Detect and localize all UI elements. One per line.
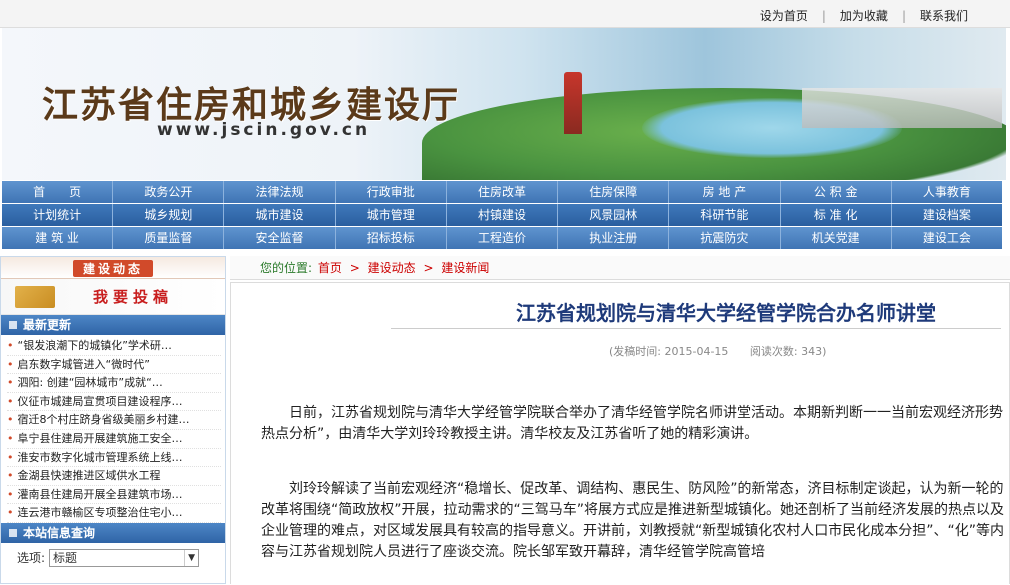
nav-item[interactable]: 法律法规 bbox=[224, 181, 336, 203]
list-item[interactable]: “银发浪潮下的城镇化”学术研… bbox=[7, 337, 221, 356]
breadcrumb-home[interactable]: 首页 bbox=[318, 261, 342, 275]
nav-item[interactable]: 工程造价 bbox=[447, 227, 559, 249]
nav-item[interactable]: 村镇建设 bbox=[447, 204, 559, 226]
top-bar: 设为首页 | 加为收藏 | 联系我们 bbox=[0, 0, 1010, 28]
nav-item[interactable]: 人事教育 bbox=[892, 181, 1002, 203]
nav-item[interactable]: 机关党建 bbox=[781, 227, 892, 249]
banner-pagoda-image bbox=[564, 72, 582, 134]
top-links: 设为首页 | 加为收藏 | 联系我们 bbox=[760, 7, 968, 24]
list-item[interactable]: 灌南县住建局开展全县建筑市场… bbox=[7, 486, 221, 505]
site-url: www.jscin.gov.cn bbox=[157, 120, 371, 140]
latest-news-list: “银发浪潮下的城镇化”学术研… 启东数字城管进入“微时代” 泗阳: 创建“园林城… bbox=[1, 335, 225, 523]
breadcrumb-section[interactable]: 建设动态 bbox=[368, 261, 416, 275]
add-favorite-link[interactable]: 加为收藏 bbox=[840, 7, 888, 24]
nav-item[interactable]: 建设工会 bbox=[892, 227, 1002, 249]
nav-item[interactable]: 执业注册 bbox=[558, 227, 670, 249]
section-title: 建设动态 bbox=[72, 260, 153, 277]
breadcrumb-label: 您的位置: bbox=[260, 261, 313, 275]
breadcrumb-separator: > bbox=[349, 261, 360, 275]
site-search-header: 本站信息查询 bbox=[1, 522, 225, 543]
list-item[interactable]: 启东数字城管进入“微时代” bbox=[7, 356, 221, 375]
nav-item[interactable]: 住房保障 bbox=[558, 181, 670, 203]
section-header: 建设动态 bbox=[1, 257, 225, 279]
list-item[interactable]: 阜宁县住建局开展建筑施工安全… bbox=[7, 430, 221, 449]
nav-item[interactable]: 城市管理 bbox=[336, 204, 447, 226]
nav-row: 建 筑 业 质量监督 安全监督 招标投标 工程造价 执业注册 抗震防灾 机关党建… bbox=[2, 227, 1002, 250]
publish-time: (发稿时间: 2015-04-15 bbox=[609, 345, 729, 358]
nav-item[interactable]: 建设档案 bbox=[892, 204, 1002, 226]
nav-item[interactable]: 科研节能 bbox=[669, 204, 781, 226]
breadcrumb-current[interactable]: 建设新闻 bbox=[441, 261, 489, 275]
set-homepage-link[interactable]: 设为首页 bbox=[760, 7, 808, 24]
list-item[interactable]: 金湖县快速推进区域供水工程 bbox=[7, 467, 221, 486]
nav-item[interactable]: 建 筑 业 bbox=[2, 227, 114, 249]
nav-item[interactable]: 标 准 化 bbox=[781, 204, 892, 226]
list-item[interactable]: 仪征市城建局宣贯项目建设程序… bbox=[7, 393, 221, 412]
nav-item[interactable]: 城市建设 bbox=[224, 204, 336, 226]
nav-item[interactable]: 住房改革 bbox=[447, 181, 559, 203]
open-book-icon bbox=[15, 285, 55, 308]
contact-us-link[interactable]: 联系我们 bbox=[920, 7, 968, 24]
search-option-label: 选项: bbox=[17, 551, 46, 566]
nav-item[interactable]: 招标投标 bbox=[336, 227, 447, 249]
search-option-value: 标题 bbox=[53, 550, 78, 565]
search-row: 选项: 标题 ▼ bbox=[1, 543, 225, 567]
nav-item[interactable]: 公 积 金 bbox=[781, 181, 892, 203]
breadcrumb-separator: > bbox=[423, 261, 434, 275]
nav-item[interactable]: 行政审批 bbox=[336, 181, 447, 203]
nav-item[interactable]: 安全监督 bbox=[224, 227, 336, 249]
main-navigation: 首 页 政务公开 法律法规 行政审批 住房改革 住房保障 房 地 产 公 积 金… bbox=[2, 181, 1002, 251]
nav-item[interactable]: 政务公开 bbox=[113, 181, 225, 203]
separator: | bbox=[821, 8, 826, 23]
article-paragraph: 日前，江苏省规划院与清华大学经管学院联合举办了清华经管学院名师讲堂活动。本期新判… bbox=[261, 405, 1003, 442]
nav-item[interactable]: 房 地 产 bbox=[669, 181, 781, 203]
site-banner: 江苏省住房和城乡建设厅 www.jscin.gov.cn bbox=[2, 28, 1006, 180]
nav-item[interactable]: 抗震防灾 bbox=[669, 227, 781, 249]
nav-item[interactable]: 首 页 bbox=[2, 181, 114, 203]
article-meta: (发稿时间: 2015-04-15 阅读次数: 343) bbox=[609, 343, 844, 359]
breadcrumb: 您的位置: 首页 > 建设动态 > 建设新闻 bbox=[230, 256, 1010, 280]
nav-item[interactable]: 质量监督 bbox=[113, 227, 225, 249]
article-panel: 江苏省规划院与清华大学经管学院合办名师讲堂 (发稿时间: 2015-04-15 … bbox=[230, 282, 1010, 584]
title-divider bbox=[391, 328, 1001, 329]
list-item[interactable]: 淮安市数字化城市管理系统上线… bbox=[7, 449, 221, 468]
nav-item[interactable]: 城乡规划 bbox=[113, 204, 225, 226]
list-item[interactable]: 泗阳: 创建“园林城市”成就“… bbox=[7, 374, 221, 393]
list-item[interactable]: 连云港市赣榆区专项整治住宅小… bbox=[7, 504, 221, 523]
search-option-select[interactable]: 标题 ▼ bbox=[49, 548, 200, 567]
separator: | bbox=[901, 8, 906, 23]
submit-article-button[interactable]: 我要投稿 bbox=[1, 279, 225, 315]
list-item[interactable]: 宿迁8个村庄跻身省级美丽乡村建… bbox=[7, 411, 221, 430]
banner-buildings-image bbox=[802, 88, 1002, 128]
sidebar: 建设动态 我要投稿 最新更新 “银发浪潮下的城镇化”学术研… 启东数字城管进入“… bbox=[0, 256, 226, 584]
article-paragraph: 刘玲玲解读了当前宏观经济“稳增长、促改革、调结构、惠民生、防风险”的新常态，济目… bbox=[261, 481, 1005, 560]
article-title: 江苏省规划院与清华大学经管学院合办名师讲堂 bbox=[516, 301, 936, 325]
nav-item[interactable]: 风景园林 bbox=[558, 204, 670, 226]
latest-updates-header: 最新更新 bbox=[1, 315, 225, 335]
nav-row: 首 页 政务公开 法律法规 行政审批 住房改革 住房保障 房 地 产 公 积 金… bbox=[2, 181, 1002, 204]
nav-row: 计划统计 城乡规划 城市建设 城市管理 村镇建设 风景园林 科研节能 标 准 化… bbox=[2, 204, 1002, 227]
read-count: 阅读次数: 343) bbox=[749, 345, 827, 358]
nav-item[interactable]: 计划统计 bbox=[2, 204, 114, 226]
submit-label: 我要投稿 bbox=[93, 288, 174, 306]
chevron-down-icon: ▼ bbox=[184, 549, 198, 566]
